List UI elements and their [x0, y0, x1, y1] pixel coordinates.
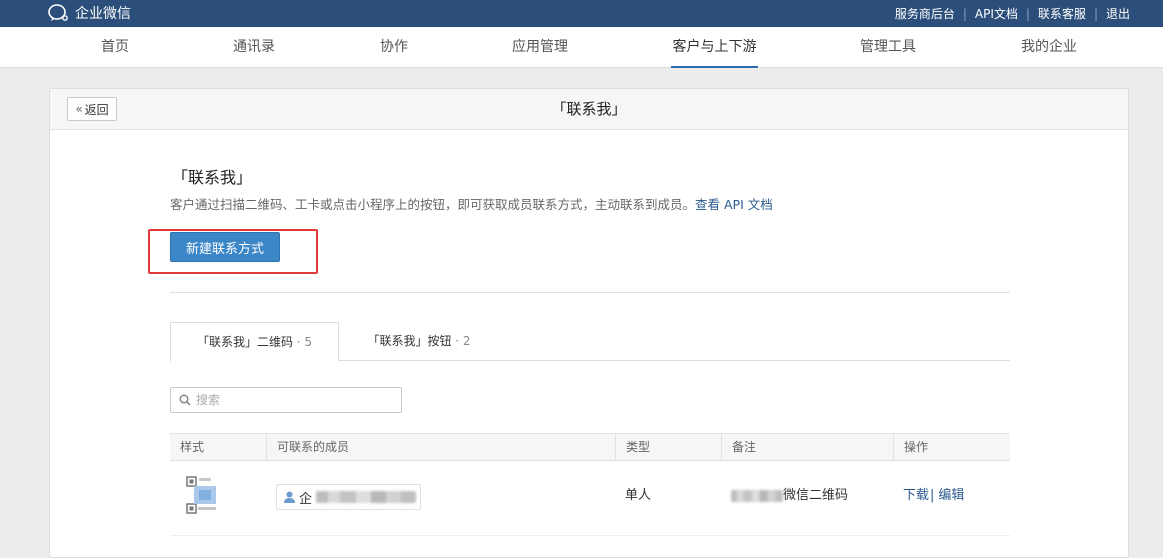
divider	[170, 292, 1010, 293]
tab-button-label: 「联系我」按钮	[367, 334, 452, 348]
api-docs-link[interactable]: 查看 API 文档	[695, 197, 773, 212]
nav-home[interactable]: 首页	[101, 27, 129, 68]
nav-management-tools[interactable]: 管理工具	[860, 27, 916, 68]
column-header-actions: 操作	[893, 434, 1010, 460]
search-input[interactable]	[196, 393, 386, 407]
table-row: 企 单人 微信二维码 下载| 编辑	[170, 461, 1010, 536]
remark-cell: 微信二维码	[731, 461, 848, 531]
top-bar: 企业微信 服务商后台 | API文档 | 联系客服 | 退出	[0, 0, 1163, 27]
top-links: 服务商后台 | API文档 | 联系客服 | 退出	[895, 0, 1130, 27]
brand-logo[interactable]: 企业微信	[48, 3, 131, 23]
page-title: 「联系我」	[551, 100, 627, 118]
column-header-style: 样式	[180, 440, 205, 454]
column-header-member: 可联系的成员	[266, 434, 615, 460]
search-icon	[179, 394, 191, 406]
link-contact-support[interactable]: 联系客服	[1038, 5, 1086, 22]
actions-cell: 下载| 编辑	[903, 461, 964, 531]
tab-button[interactable]: 「联系我」按钮 · 2	[339, 322, 499, 361]
link-provider-console[interactable]: 服务商后台	[895, 5, 955, 22]
new-contact-button[interactable]: 新建联系方式	[170, 232, 280, 262]
search-box[interactable]	[170, 387, 402, 413]
description-text: 客户通过扫描二维码、工卡或点击小程序上的按钮，即可获取成员联系方式，主动联系到成…	[170, 197, 696, 212]
nav-my-enterprise[interactable]: 我的企业	[1021, 27, 1077, 68]
nav-customers[interactable]: 客户与上下游	[671, 27, 758, 68]
section-description: 客户通过扫描二维码、工卡或点击小程序上的按钮，即可获取成员联系方式，主动联系到成…	[170, 194, 773, 213]
member-name-redacted	[316, 491, 417, 503]
tab-bar: 「联系我」二维码 · 5 「联系我」按钮 · 2	[170, 322, 1010, 362]
member-name-prefix: 企	[299, 491, 313, 507]
wecom-logo-icon	[48, 4, 68, 21]
separator: |	[930, 488, 935, 503]
qr-code-thumbnail[interactable]	[186, 476, 226, 514]
remark-suffix: 微信二维码	[783, 488, 849, 503]
main-nav: 首页 通讯录 协作 应用管理 客户与上下游 管理工具 我的企业	[0, 27, 1163, 68]
tab-qrcode-label: 「联系我」二维码	[196, 335, 293, 349]
tab-qrcode-count: · 5	[296, 335, 313, 349]
brand-name: 企业微信	[75, 6, 131, 22]
separator: |	[962, 6, 967, 21]
member-tag: 企	[276, 484, 421, 510]
link-api-docs[interactable]: API文档	[975, 5, 1018, 22]
separator: |	[1093, 6, 1098, 21]
edit-link[interactable]: 编辑	[938, 488, 964, 503]
table-header: 样式 可联系的成员 类型 备注 操作	[170, 433, 1010, 461]
section-title: 「联系我」	[172, 168, 253, 187]
download-link[interactable]: 下载	[903, 488, 929, 503]
column-header-remark: 备注	[721, 434, 893, 460]
panel-header: « 返回 「联系我」	[50, 89, 1128, 130]
content-panel: « 返回 「联系我」 「联系我」 客户通过扫描二维码、工卡或点击小程序上的按钮，…	[49, 88, 1129, 558]
nav-app-management[interactable]: 应用管理	[512, 27, 568, 68]
nav-contacts[interactable]: 通讯录	[233, 27, 275, 68]
tab-qrcode[interactable]: 「联系我」二维码 · 5	[170, 322, 339, 362]
tab-button-count: · 2	[455, 334, 471, 348]
type-cell: 单人	[625, 488, 652, 503]
column-header-type: 类型	[615, 434, 721, 460]
remark-redacted	[731, 490, 783, 502]
user-icon	[284, 491, 295, 503]
link-logout[interactable]: 退出	[1106, 5, 1130, 22]
separator: |	[1025, 6, 1030, 21]
nav-collaboration[interactable]: 协作	[380, 27, 408, 68]
